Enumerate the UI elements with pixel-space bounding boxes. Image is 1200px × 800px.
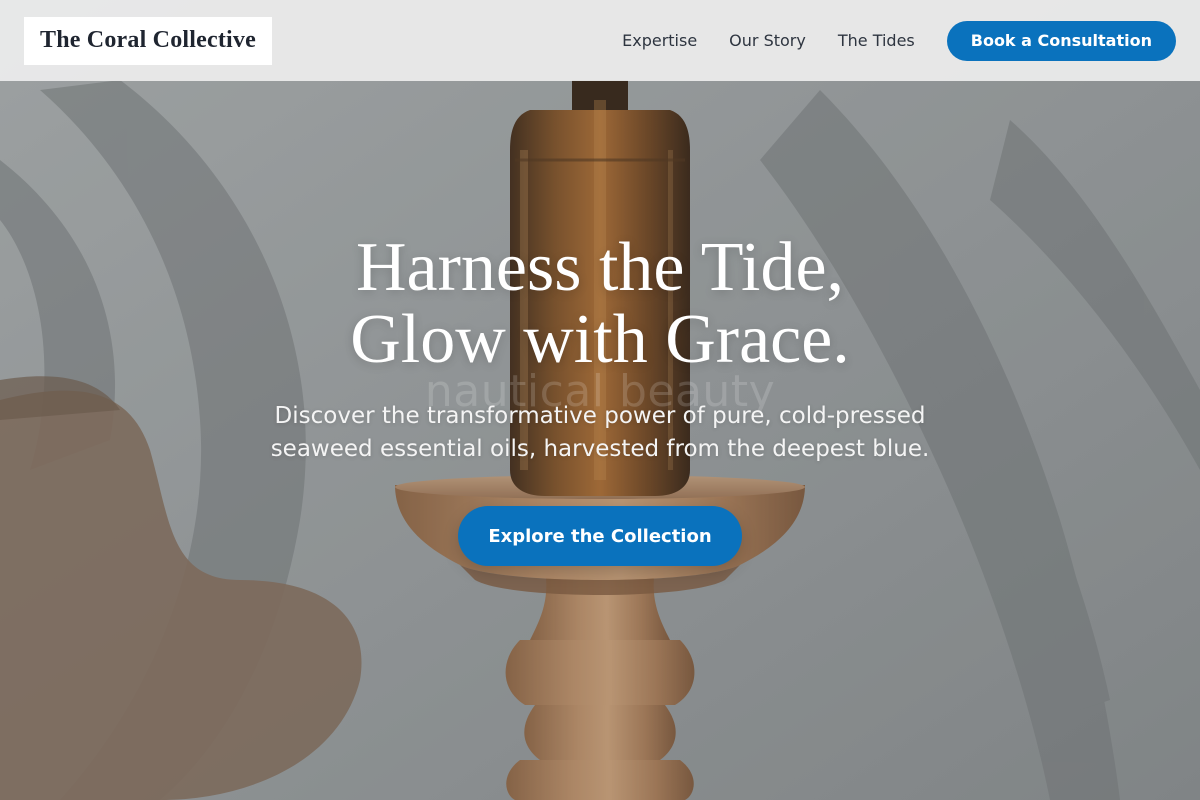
page: The Coral Collective Expertise Our Story… [0,0,1200,800]
site-header: The Coral Collective Expertise Our Story… [0,0,1200,81]
nav-link-expertise[interactable]: Expertise [622,31,697,50]
hero-title: Harness the Tide, Glow with Grace. [0,232,1200,376]
explore-collection-button[interactable]: Explore the Collection [458,506,742,566]
hero-subtitle: Discover the transformative power of pur… [270,403,930,462]
main-nav: Expertise Our Story The Tides Book a Con… [622,20,1176,61]
hero-section: Harness the Tide, Glow with Grace. nauti… [0,0,1200,800]
logo-text: The Coral Collective [40,27,256,53]
nav-link-our-story[interactable]: Our Story [729,31,806,50]
book-consultation-button[interactable]: Book a Consultation [946,20,1176,61]
nav-link-the-tides[interactable]: The Tides [838,31,915,50]
logo[interactable]: The Coral Collective [24,16,272,65]
hero-title-line-1: Harness the Tide, [355,229,845,306]
